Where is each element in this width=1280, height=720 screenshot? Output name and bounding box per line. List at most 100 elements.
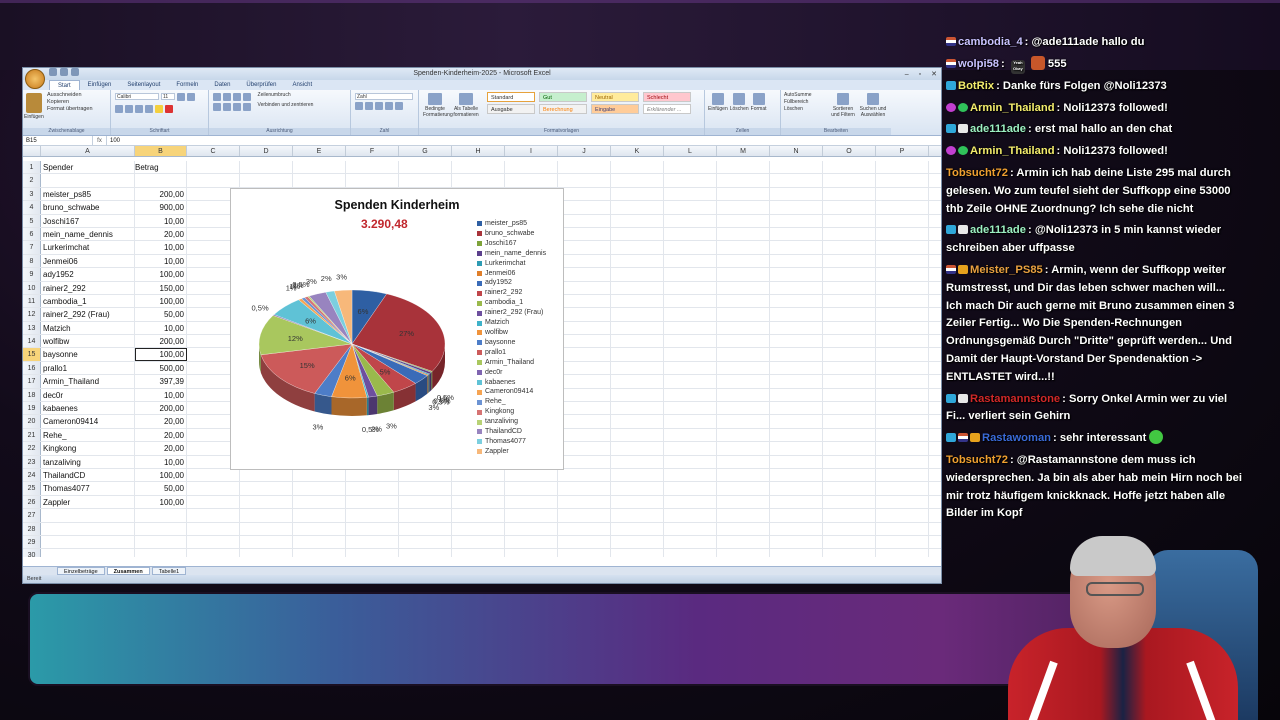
empty-cell[interactable] [770,361,823,375]
fill-color-icon[interactable] [155,105,163,113]
empty-cell[interactable] [240,161,293,174]
thousands-icon[interactable] [375,102,383,110]
empty-cell[interactable] [346,549,399,557]
fx-icon[interactable]: fx [93,136,107,145]
empty-cell[interactable] [293,549,346,557]
empty-cell[interactable] [611,268,664,281]
empty-cell[interactable] [611,522,664,535]
empty-cell[interactable] [187,495,240,509]
empty-cell[interactable] [293,174,346,187]
empty-cell[interactable] [664,468,717,482]
empty-cell[interactable] [664,535,717,549]
empty-cell[interactable] [346,161,399,174]
empty-cell[interactable] [399,161,452,174]
empty-cell[interactable] [452,509,505,522]
empty-cell[interactable] [823,281,876,294]
empty-cell[interactable] [717,308,770,321]
empty-cell[interactable] [664,308,717,321]
empty-cell[interactable] [823,482,876,495]
cell-betrag[interactable]: 100,00 [135,348,187,361]
column-header[interactable]: B [135,146,187,156]
sheet-tab-zusammen[interactable]: Zusammen [106,567,150,575]
cell-betrag[interactable]: 200,00 [135,187,187,201]
empty-cell[interactable] [823,187,876,201]
empty-cell[interactable] [558,415,611,428]
empty-cell[interactable] [823,495,876,509]
empty-cell[interactable] [558,214,611,227]
empty-cell[interactable] [611,321,664,335]
cell-betrag[interactable]: 10,00 [135,254,187,268]
column-header[interactable]: E [293,146,346,156]
style-explanatory[interactable]: Erklärender ... [643,104,691,114]
empty-cell[interactable] [770,522,823,535]
tab-ansicht[interactable]: Ansicht [284,80,320,90]
format-cells-button[interactable]: Format [751,92,767,112]
empty-cell[interactable] [717,268,770,281]
orientation-icon[interactable] [243,93,251,101]
empty-cell[interactable] [346,482,399,495]
empty-cell[interactable] [611,535,664,549]
empty-cell[interactable] [717,415,770,428]
empty-cell[interactable] [664,187,717,201]
row-header[interactable]: 6 [23,227,41,241]
empty-cell[interactable] [823,241,876,254]
row-header[interactable]: 21 [23,428,41,442]
empty-cell[interactable] [399,522,452,535]
empty-cell[interactable] [611,388,664,402]
empty-cell[interactable] [293,522,346,535]
cell-spender[interactable]: Armin_Thailand [41,375,135,388]
empty-cell[interactable] [823,375,876,388]
empty-cell[interactable] [611,281,664,294]
empty-cell[interactable] [664,509,717,522]
style-neutral[interactable]: Neutral [591,92,639,102]
cell-spender[interactable]: tanzaliving [41,455,135,468]
empty-cell[interactable] [876,241,929,254]
empty-cell[interactable] [611,361,664,375]
row-header[interactable]: 22 [23,442,41,455]
cell-betrag[interactable] [135,509,187,522]
empty-cell[interactable] [558,361,611,375]
empty-cell[interactable] [452,535,505,549]
empty-cell[interactable] [876,522,929,535]
column-header[interactable]: K [611,146,664,156]
row-header[interactable]: 28 [23,522,41,535]
tab-start[interactable]: Start [49,80,80,90]
cell-betrag[interactable]: 10,00 [135,455,187,468]
chat-username[interactable]: BotRix [958,80,994,92]
empty-cell[interactable] [770,442,823,455]
row-header[interactable]: 19 [23,402,41,415]
empty-cell[interactable] [770,335,823,348]
empty-cell[interactable] [664,375,717,388]
empty-cell[interactable] [717,161,770,174]
empty-cell[interactable] [452,174,505,187]
column-header[interactable]: M [717,146,770,156]
cell-betrag[interactable]: 100,00 [135,294,187,308]
cell-betrag[interactable]: 20,00 [135,428,187,442]
empty-cell[interactable] [240,482,293,495]
name-box[interactable]: B15 [23,136,93,145]
cell-betrag[interactable]: 50,00 [135,482,187,495]
empty-cell[interactable] [452,495,505,509]
column-header[interactable]: H [452,146,505,156]
row-header[interactable]: 18 [23,388,41,402]
style-good[interactable]: Gut [539,92,587,102]
empty-cell[interactable] [187,549,240,557]
cell-betrag[interactable]: 397,39 [135,375,187,388]
empty-cell[interactable] [558,428,611,442]
cell-spender[interactable]: kabaenes [41,402,135,415]
empty-cell[interactable] [240,174,293,187]
align-left-icon[interactable] [213,103,221,111]
conditional-format-button[interactable]: Bedingte Formatierung [423,92,453,118]
pie-chart[interactable]: 6% 27% 0,5% 1% 0,5% 0,5% 3% 5% 3% 2% 0,5% 6% 3% 15% 12… [230,188,564,470]
empty-cell[interactable] [664,161,717,174]
column-header[interactable]: C [187,146,240,156]
empty-cell[interactable] [611,308,664,321]
empty-cell[interactable] [558,509,611,522]
empty-cell[interactable] [505,522,558,535]
empty-cell[interactable] [823,308,876,321]
currency-icon[interactable] [355,102,363,110]
column-header[interactable]: D [240,146,293,156]
cell-spender[interactable]: Zappler [41,495,135,509]
empty-cell[interactable] [823,174,876,187]
empty-cell[interactable] [717,495,770,509]
